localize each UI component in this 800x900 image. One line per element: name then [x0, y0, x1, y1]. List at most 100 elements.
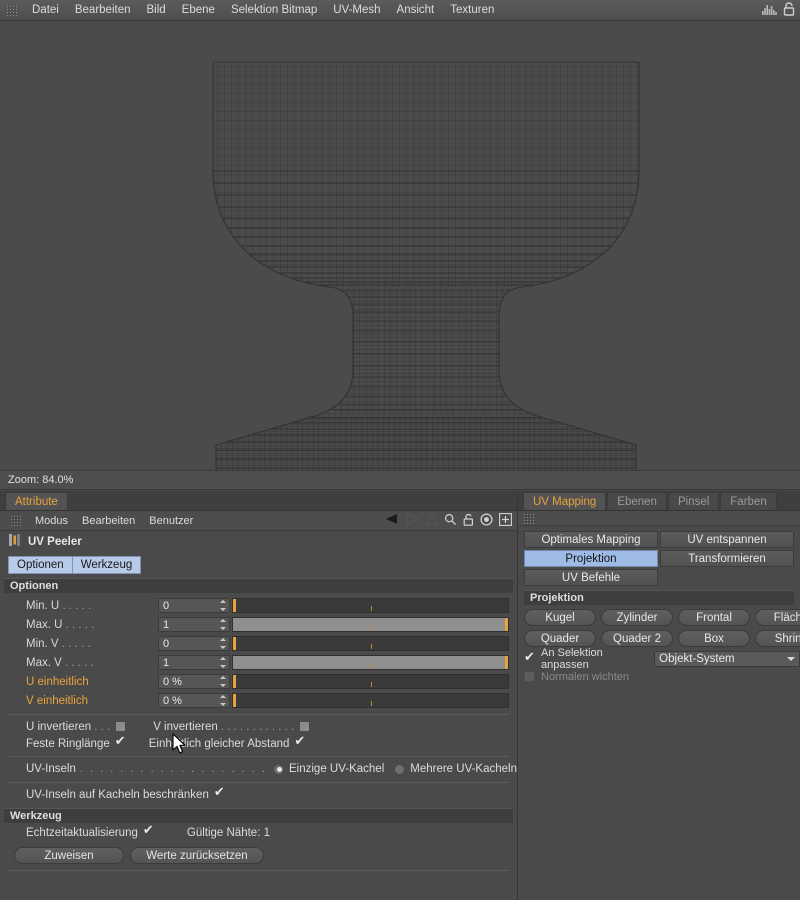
- ring-spacing-checkbox-row: Feste Ringlänge Einheitlich gleicher Abs…: [0, 734, 517, 752]
- attribute-segment-tabs: Optionen Werkzeug: [0, 552, 517, 578]
- menu-item-ansicht[interactable]: Ansicht: [389, 2, 443, 18]
- optimales-mapping-button[interactable]: Optimales Mapping: [524, 531, 658, 548]
- echtzeitaktualisierung-checkbox[interactable]: [143, 823, 154, 838]
- menu-item-texturen[interactable]: Texturen: [442, 2, 502, 18]
- segment-optionen[interactable]: Optionen: [8, 556, 73, 574]
- param-slider-max-u[interactable]: [232, 617, 509, 632]
- shrink-button[interactable]: Shrink: [755, 630, 800, 647]
- plus-icon[interactable]: [499, 512, 512, 529]
- menu-item-modus[interactable]: Modus: [28, 514, 75, 528]
- uv-command-grid: Optimales Mapping UV entspannen Projekti…: [518, 526, 800, 586]
- lock-icon[interactable]: [783, 1, 795, 19]
- param-input-min-v[interactable]: 0: [158, 636, 230, 651]
- feste-ringlaenge-checkbox[interactable]: [115, 734, 126, 749]
- koordinatensystem-value: Objekt-System: [659, 653, 735, 665]
- spinner-v-einheitlich[interactable]: [220, 695, 227, 706]
- an-selektion-anpassen-label: An Selektion anpassen: [541, 647, 603, 671]
- menu-item-benutzer[interactable]: Benutzer: [142, 514, 200, 528]
- section-header-werkzeug: Werkzeug: [4, 808, 513, 823]
- menu-item-selektion-bitmap[interactable]: Selektion Bitmap: [223, 2, 325, 18]
- flaeche-button[interactable]: Fläche: [755, 609, 800, 626]
- restrict-islands-row: UV-Inseln auf Kacheln beschränken: [0, 785, 517, 803]
- param-row-max-u: Max. U . . . . . 1: [0, 615, 517, 634]
- param-slider-u-einheitlich[interactable]: [232, 674, 509, 689]
- einheitlich-abstand-checkbox[interactable]: [294, 734, 305, 749]
- zylinder-button[interactable]: Zylinder: [601, 609, 673, 626]
- menu-item-ebene[interactable]: Ebene: [174, 2, 223, 18]
- tab-ebenen[interactable]: Ebenen: [607, 492, 667, 510]
- uv-viewport[interactable]: [0, 21, 800, 471]
- tool-button-row: Zuweisen Werte zurücksetzen: [0, 842, 517, 864]
- param-slider-min-v[interactable]: [232, 636, 509, 651]
- param-input-min-u[interactable]: 0: [158, 598, 230, 613]
- grip-dots-icon[interactable]: [6, 4, 17, 16]
- section-header-optionen: Optionen: [4, 578, 513, 593]
- lock-icon[interactable]: [463, 513, 474, 529]
- attribute-toolbar: Modus Bearbeiten Benutzer: [0, 511, 517, 531]
- search-icon[interactable]: [444, 513, 457, 529]
- param-row-min-u: Min. U . . . . . 0: [0, 596, 517, 615]
- uv-panel-toolbar: [518, 511, 800, 526]
- spinner-max-u[interactable]: [220, 619, 227, 630]
- normalen-wichten-checkbox[interactable]: [524, 671, 535, 682]
- grip-dots-icon[interactable]: [523, 512, 534, 524]
- uv-befehle-button[interactable]: UV Befehle: [524, 569, 658, 586]
- param-input-v-einheitlich[interactable]: 0 %: [158, 693, 230, 708]
- grip-dots-icon[interactable]: [10, 515, 21, 526]
- histogram-icon[interactable]: [761, 2, 778, 18]
- an-selektion-anpassen-checkbox[interactable]: [524, 650, 535, 665]
- target-icon[interactable]: [480, 512, 493, 529]
- u-invertieren-checkbox[interactable]: [115, 721, 127, 732]
- uv-inseln-beschraenken-checkbox[interactable]: [214, 785, 225, 800]
- forward-arrow-icon[interactable]: [405, 513, 420, 528]
- quader-2-button[interactable]: Quader 2: [601, 630, 673, 647]
- param-input-max-u[interactable]: 1: [158, 617, 230, 632]
- v-invertieren-checkbox[interactable]: [299, 721, 311, 732]
- projektion-button[interactable]: Projektion: [524, 550, 658, 567]
- echtzeitaktualisierung-label: Echtzeitaktualisierung: [26, 826, 138, 839]
- back-arrow-icon[interactable]: [384, 513, 399, 528]
- uv-inseln-beschraenken-label: UV-Inseln auf Kacheln beschränken: [26, 788, 209, 801]
- werte-zuruecksetzen-button[interactable]: Werte zurücksetzen: [130, 847, 264, 864]
- mehrere-uv-kacheln-label: Mehrere UV-Kacheln: [410, 763, 517, 775]
- divider: [8, 714, 509, 715]
- frontal-button[interactable]: Frontal: [678, 609, 750, 626]
- tab-attribute[interactable]: Attribute: [5, 492, 68, 510]
- param-slider-min-u[interactable]: [232, 598, 509, 613]
- zuweisen-button[interactable]: Zuweisen: [14, 847, 124, 864]
- kugel-button[interactable]: Kugel: [524, 609, 596, 626]
- radio-einzige-uv-kachel[interactable]: [273, 763, 284, 775]
- param-input-max-v[interactable]: 1: [158, 655, 230, 670]
- segment-werkzeug[interactable]: Werkzeug: [72, 556, 142, 574]
- up-arrow-icon[interactable]: [426, 512, 438, 528]
- param-slider-v-einheitlich[interactable]: [232, 693, 509, 708]
- radio-mehrere-uv-kacheln[interactable]: [394, 763, 406, 775]
- menu-item-bild[interactable]: Bild: [138, 2, 173, 18]
- divider: [8, 756, 509, 757]
- realtime-update-row: Echtzeitaktualisierung Gültige Nähte: 1: [0, 823, 517, 842]
- tab-uv-mapping[interactable]: UV Mapping: [523, 492, 607, 510]
- koordinatensystem-dropdown[interactable]: Objekt-System: [654, 651, 800, 667]
- transformieren-button[interactable]: Transformieren: [660, 550, 794, 567]
- menu-bar: Datei Bearbeiten Bild Ebene Selektion Bi…: [0, 0, 800, 21]
- param-slider-max-v[interactable]: [232, 655, 509, 670]
- menu-item-bearbeiten[interactable]: Bearbeiten: [75, 514, 142, 528]
- box-button[interactable]: Box: [678, 630, 750, 647]
- spinner-u-einheitlich[interactable]: [220, 676, 227, 687]
- active-object-row[interactable]: UV Peeler: [0, 531, 517, 552]
- tab-farben[interactable]: Farben: [720, 492, 777, 510]
- param-label-v-einheitlich: V einheitlich: [26, 694, 89, 707]
- menu-item-uv-mesh[interactable]: UV-Mesh: [325, 2, 388, 18]
- quader-button[interactable]: Quader: [524, 630, 596, 647]
- uv-entspannen-button[interactable]: UV entspannen: [660, 531, 794, 548]
- menu-item-datei[interactable]: Datei: [24, 2, 67, 18]
- chevron-down-icon: [787, 657, 795, 661]
- spinner-max-v[interactable]: [220, 657, 227, 668]
- normals-weight-row: Normalen wichten: [518, 668, 800, 685]
- feste-ringlaenge-label: Feste Ringlänge: [26, 737, 110, 750]
- menu-item-bearbeiten[interactable]: Bearbeiten: [67, 2, 139, 18]
- spinner-min-v[interactable]: [220, 638, 227, 649]
- spinner-min-u[interactable]: [220, 600, 227, 611]
- param-input-u-einheitlich[interactable]: 0 %: [158, 674, 230, 689]
- tab-pinsel[interactable]: Pinsel: [667, 492, 720, 510]
